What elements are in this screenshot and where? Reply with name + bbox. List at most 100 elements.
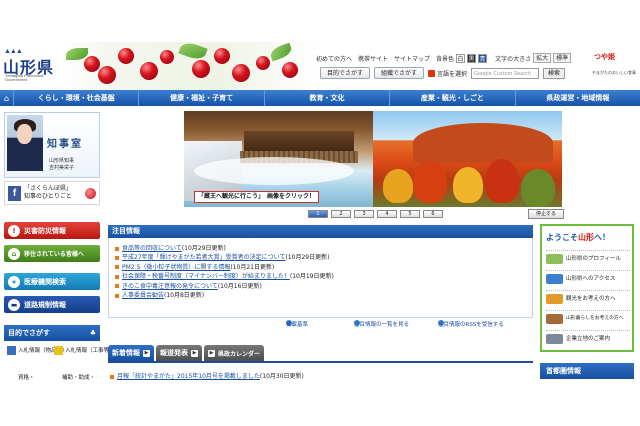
tab-new[interactable]: 新着情報 ▶	[108, 345, 154, 361]
language-icon	[428, 69, 436, 77]
cherry-decoration	[140, 62, 158, 80]
house-icon	[546, 314, 563, 324]
welcome-business[interactable]: 企業立地のご案内	[546, 330, 630, 346]
notices-header: 注目情報	[108, 225, 533, 238]
leaf-decoration	[268, 42, 294, 62]
find-by-purpose-button[interactable]: 目的でさがす	[320, 67, 371, 79]
news-tabs: 新着情報 ▶ 報道発表 ▶ ▶ 県政カレンダー	[108, 345, 265, 361]
search-button[interactable]: 検索	[543, 67, 566, 79]
purpose-grid: 入札情報（物品等） 入札情報（工事等）	[4, 343, 115, 371]
search-input[interactable]: Google Custom Search	[471, 67, 540, 79]
list-item: 社会保障・税番号制度（マイナンバー制度）が始まりました！(10月19日更新)	[115, 272, 532, 281]
nav-industry[interactable]: 産業・観光・しごと	[390, 90, 516, 106]
metro-info-header[interactable]: 首都圏情報	[540, 363, 634, 379]
list-item: PM2.5（微小粒子状物質）に関する情報(10月21日更新)	[115, 263, 532, 272]
tsuyahime-sub: やまがたのおいしい食事	[592, 70, 636, 75]
link-sitemap[interactable]: サイトマップ	[394, 54, 430, 63]
language-label: 言語を選択	[437, 70, 468, 78]
leaf-decoration	[178, 42, 208, 63]
bg-color-label: 背景色	[436, 55, 455, 63]
home-icon[interactable]: ⌂	[0, 90, 14, 106]
banner-page-3[interactable]: 3	[354, 210, 374, 218]
bullet-icon	[115, 293, 119, 298]
text-standard-button[interactable]: 標準	[553, 53, 572, 63]
welcome-living[interactable]: 山形暮らしをお考えの方へ	[546, 310, 630, 326]
play-icon: ▶	[191, 349, 198, 357]
bullet-icon	[115, 246, 119, 251]
cherry-decoration	[84, 56, 100, 72]
site-logo[interactable]: ▲▲▲ 山形県 Yamagata Prefectural Government	[3, 48, 61, 86]
purpose-subsidy[interactable]: 補助・助成・	[62, 373, 95, 381]
banner-page-5[interactable]: 5	[400, 210, 420, 218]
banner-pager: 1 2 3 4 5 6	[308, 210, 443, 218]
bg-white-button[interactable]: 白	[456, 53, 466, 63]
autumn-image	[373, 111, 562, 207]
tab-underline	[108, 361, 533, 363]
chevron-icon: ♣	[89, 329, 96, 337]
facebook-text: 「さくらんぼ県」 知事のひとりごと	[24, 185, 73, 200]
relocation-button[interactable]: ⌂ 移住されている皆様へ	[4, 245, 100, 262]
list-item: 人事委員会勧告(10月8日更新)	[115, 291, 532, 300]
facebook-link[interactable]: f 「さくらんぼ県」 知事のひとりごと	[4, 181, 100, 205]
cherry-icon	[85, 188, 96, 199]
purpose-license[interactable]: 資格・	[18, 373, 35, 381]
purpose-row-2: 資格・ 補助・助成・	[4, 372, 100, 384]
nav-living[interactable]: くらし・環境・社会基盤	[14, 90, 140, 106]
tsuyahime-banner[interactable]: つや姫 やまがたのおいしい食事	[592, 52, 638, 88]
play-icon: ▶	[143, 349, 150, 357]
calculator-icon	[7, 346, 16, 355]
list-item: 平成27年度「輝けやまがた若者大賞」受賞者の決定について(10月29日更新)	[115, 253, 532, 262]
list-item: きのこ食中毒注意報の発令について(10月16日更新)	[115, 282, 532, 291]
notices-list: 食品等の回収について(10月29日更新) 平成27年度「輝けやまがた若者大賞」受…	[108, 238, 533, 318]
tab-calendar[interactable]: ▶ 県政カレンダー	[204, 345, 265, 361]
factory-icon	[546, 334, 563, 344]
nav-education[interactable]: 教育・文化	[265, 90, 391, 106]
banner-page-6[interactable]: 6	[423, 210, 443, 218]
welcome-profile[interactable]: 山形県のプロフィール	[546, 250, 630, 266]
welcome-title: ようこそ山形へ！	[546, 233, 610, 242]
governor-office-title: 知事室	[47, 139, 83, 150]
road-info-button[interactable]: ▬ 道路規制情報	[4, 296, 100, 313]
train-icon	[546, 274, 563, 284]
governor-office-link[interactable]: 知事室 山形県知事 吉村美栄子	[4, 112, 100, 178]
banner-page-4[interactable]: 4	[377, 210, 397, 218]
cherry-decoration	[282, 62, 298, 78]
welcome-access[interactable]: 山形県へのアクセス	[546, 270, 630, 286]
disaster-info-button[interactable]: ! 災害防災情報	[4, 222, 100, 239]
site-header: ▲▲▲ 山形県 Yamagata Prefectural Government …	[0, 42, 640, 90]
header-search-row: 目的でさがす 組織でさがす 言語を選択 Google Custom Search…	[320, 66, 566, 80]
logo-english: Yamagata Prefectural Government	[5, 73, 44, 82]
cherry-header-image	[60, 42, 320, 90]
link-first-visit[interactable]: 初めての方へ	[316, 54, 352, 63]
bullet-icon	[115, 284, 119, 289]
nav-government[interactable]: 県政運営・地域情報	[516, 90, 640, 106]
banner-page-1[interactable]: 1	[308, 210, 328, 218]
nav-health[interactable]: 健康・福祉・子育て	[139, 90, 265, 106]
text-size-label: 文字の大きさ	[495, 55, 532, 63]
medical-search-button[interactable]: + 医療機関検索	[4, 273, 100, 290]
cherry-decoration	[214, 48, 230, 64]
purpose-bid-works[interactable]: 入札情報（工事等）	[54, 346, 115, 355]
utility-links: 初めての方へ 携帯サイト サイトマップ 背景色 白 黒 青 文字の大きさ 拡大 …	[316, 52, 572, 64]
welcome-tourism[interactable]: 観光をお考えの方へ	[546, 290, 630, 306]
tab-press[interactable]: 報道発表 ▶	[156, 345, 202, 361]
link-mobile[interactable]: 携帯サイト	[358, 54, 388, 63]
list-item: 食品等の回収について(10月29日更新)	[115, 244, 532, 253]
map-icon	[546, 254, 563, 264]
banner-page-2[interactable]: 2	[331, 210, 351, 218]
hospital-icon: +	[8, 275, 20, 288]
banner-stop-button[interactable]: 停止する	[528, 209, 564, 219]
list-item: 月報「統計やまがた」2015年10月号を掲載しました(10月30日更新)	[110, 371, 304, 380]
tsuyahime-logo: つや姫	[594, 53, 615, 61]
governor-name: 山形県知事 吉村美栄子	[49, 158, 75, 171]
bg-blue-button[interactable]: 青	[478, 53, 488, 63]
onsen-image: 「蔵王へ観光に行こう」 画像をクリック！	[184, 111, 373, 207]
bg-black-button[interactable]: 黒	[467, 53, 477, 63]
find-by-org-button[interactable]: 組織でさがす	[374, 67, 425, 79]
language-select[interactable]: 言語を選択	[428, 69, 467, 78]
cherry-decoration	[160, 50, 174, 64]
play-icon: ▶	[208, 349, 215, 357]
warning-icon: !	[8, 224, 20, 237]
banner-slideshow[interactable]: 「蔵王へ観光に行こう」 画像をクリック！	[184, 111, 562, 207]
text-enlarge-button[interactable]: 拡大	[533, 53, 552, 63]
